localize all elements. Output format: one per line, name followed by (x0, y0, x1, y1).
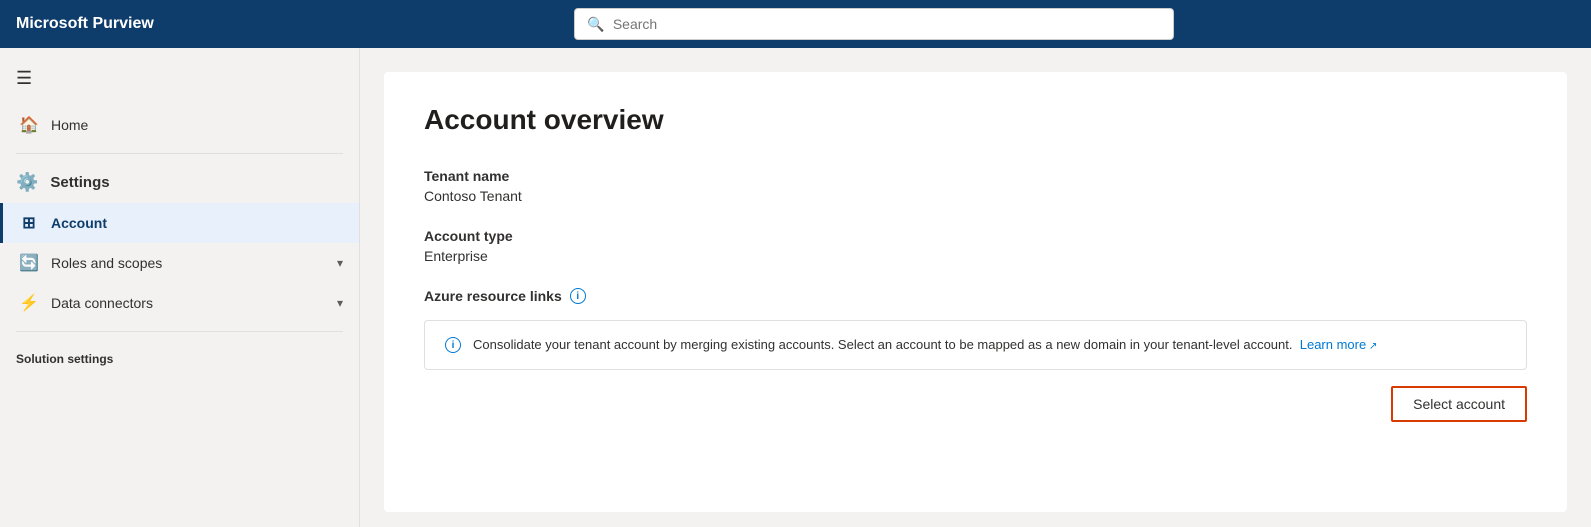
azure-info-box: i Consolidate your tenant account by mer… (424, 320, 1527, 370)
azure-links-header: Azure resource links i (424, 288, 1527, 304)
sidebar-home-label: Home (51, 117, 343, 133)
sidebar-item-settings[interactable]: ⚙️ Settings (0, 162, 359, 203)
tenant-name-label: Tenant name (424, 168, 1527, 184)
content-card: Account overview Tenant name Contoso Ten… (384, 72, 1567, 512)
select-account-button[interactable]: Select account (1391, 386, 1527, 422)
main-content: Account overview Tenant name Contoso Ten… (360, 48, 1591, 527)
select-account-btn-wrapper: Select account (424, 386, 1527, 422)
settings-icon: ⚙️ (16, 172, 38, 193)
chevron-down-icon-2: ▾ (337, 296, 343, 310)
sidebar-item-account[interactable]: ⊞ Account (0, 203, 359, 243)
sidebar-divider-2 (16, 331, 343, 332)
chevron-down-icon: ▾ (337, 256, 343, 270)
app-title: Microsoft Purview (16, 15, 154, 33)
sidebar-divider-1 (16, 153, 343, 154)
roles-icon: 🔄 (19, 253, 39, 273)
azure-links-title: Azure resource links (424, 288, 562, 304)
sidebar-settings-label: Settings (50, 174, 109, 191)
hamburger-button[interactable]: ☰ (0, 60, 359, 105)
top-nav: Microsoft Purview 🔍 (0, 0, 1591, 48)
search-icon: 🔍 (587, 16, 604, 33)
sidebar-data-connectors-label: Data connectors (51, 295, 325, 311)
home-icon: 🏠 (19, 115, 39, 135)
page-title: Account overview (424, 104, 1527, 136)
app-body: ☰ 🏠 Home ⚙️ Settings ⊞ Account 🔄 Roles a… (0, 48, 1591, 527)
search-input[interactable] (613, 16, 1162, 32)
azure-info-text: Consolidate your tenant account by mergi… (473, 337, 1506, 352)
sidebar-account-label: Account (51, 215, 343, 231)
sidebar-item-data-connectors[interactable]: ⚡ Data connectors ▾ (0, 283, 359, 323)
tenant-name-group: Tenant name Contoso Tenant (424, 168, 1527, 204)
sidebar-roles-label: Roles and scopes (51, 255, 325, 271)
account-type-value: Enterprise (424, 248, 1527, 264)
solution-settings-label: Solution settings (0, 340, 359, 370)
sidebar-item-roles-and-scopes[interactable]: 🔄 Roles and scopes ▾ (0, 243, 359, 283)
info-icon-2: i (445, 337, 461, 353)
search-bar-wrapper: 🔍 (174, 8, 1575, 40)
account-icon: ⊞ (19, 213, 39, 233)
sidebar: ☰ 🏠 Home ⚙️ Settings ⊞ Account 🔄 Roles a… (0, 48, 360, 527)
sidebar-item-home[interactable]: 🏠 Home (0, 105, 359, 145)
account-type-group: Account type Enterprise (424, 228, 1527, 264)
data-connectors-icon: ⚡ (19, 293, 39, 313)
learn-more-link[interactable]: Learn more (1300, 337, 1378, 352)
info-icon: i (570, 288, 586, 304)
account-type-label: Account type (424, 228, 1527, 244)
tenant-name-value: Contoso Tenant (424, 188, 1527, 204)
search-bar[interactable]: 🔍 (574, 8, 1174, 40)
